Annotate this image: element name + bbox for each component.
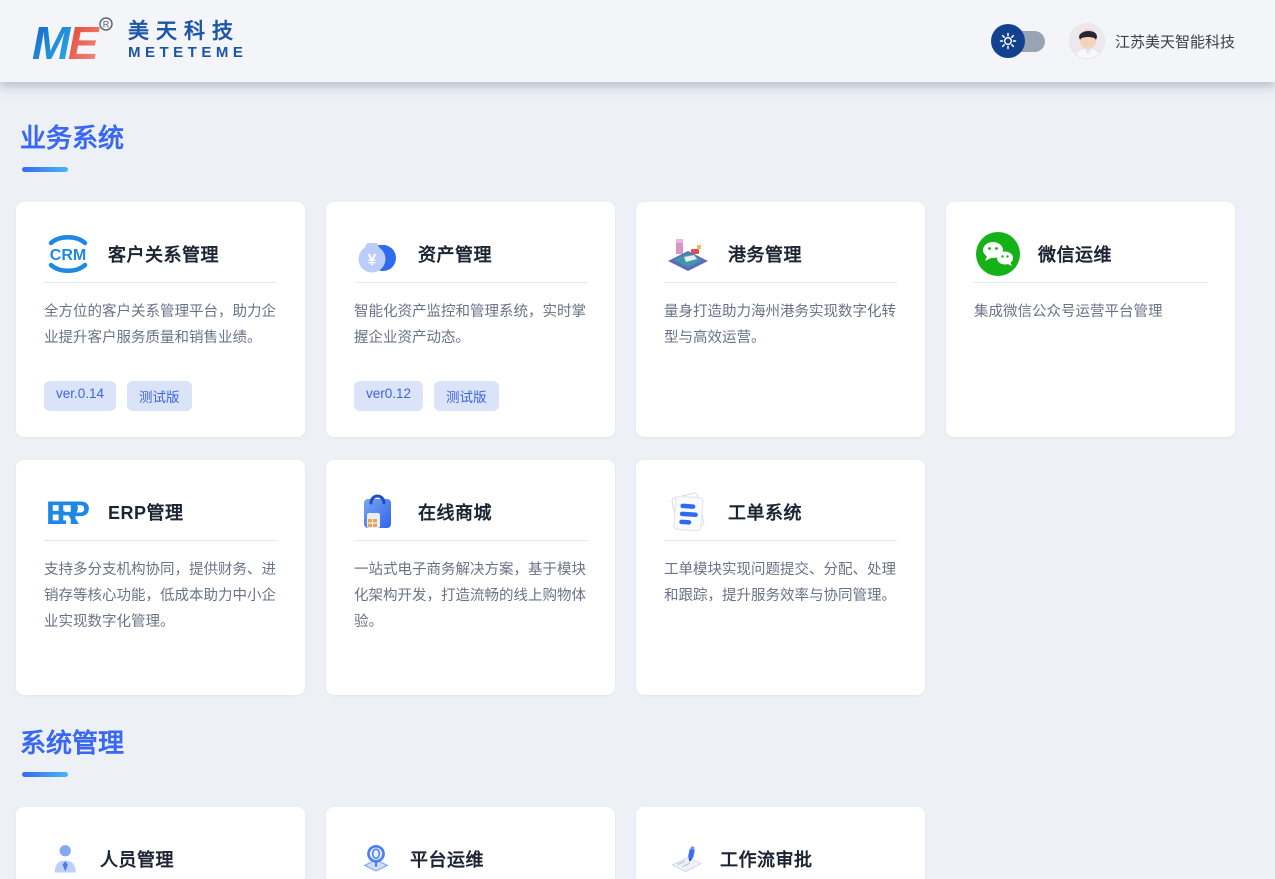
card-head: ERP管理 (44, 488, 277, 536)
sun-icon (998, 31, 1018, 51)
app-card[interactable]: 工作流审批 (636, 807, 925, 879)
card-description: 全方位的客户关系管理平台，助力企业提升客户服务质量和销售业绩。 (44, 300, 277, 352)
app-card[interactable]: 微信运维 集成微信公众号运营平台管理 (946, 202, 1235, 437)
card-head: 在线商城 (354, 488, 587, 536)
card-divider (354, 282, 587, 283)
card-head: 微信运维 (974, 230, 1207, 278)
title-underline (22, 772, 68, 777)
card-description: 智能化资产监控和管理系统，实时掌握企业资产动态。 (354, 300, 587, 352)
user-name: 江苏美天智能科技 (1115, 31, 1235, 52)
app-card[interactable]: ERP管理 支持多分支机构协同，提供财务、进销存等核心功能，低成本助力中小企业实… (16, 460, 305, 695)
avatar[interactable] (1069, 23, 1105, 59)
workorder-icon (664, 488, 712, 536)
toggle-knob[interactable] (991, 24, 1025, 58)
mall-icon (354, 488, 402, 536)
card-title: 平台运维 (410, 846, 484, 872)
user-menu[interactable]: 江苏美天智能科技 (1069, 23, 1235, 59)
wechat-icon (974, 230, 1022, 278)
card-title: 微信运维 (1038, 241, 1112, 267)
card-badges: ver.0.14 测试版 (44, 381, 192, 411)
personnel-icon (48, 841, 84, 877)
card-title: ERP管理 (108, 499, 184, 525)
card-divider (664, 540, 897, 541)
card-description: 支持多分支机构协同，提供财务、进销存等核心功能，低成本助力中小企业实现数字化管理… (44, 558, 277, 635)
logo-name-en: METETEME (128, 44, 247, 61)
version-badge: ver0.12 (354, 381, 423, 411)
card-head: 工作流审批 (664, 835, 897, 879)
card-head: 平台运维 (354, 835, 587, 879)
app-card[interactable]: 工单系统 工单模块实现问题提交、分配、处理和跟踪，提升服务效率与协同管理。 (636, 460, 925, 695)
card-grid: 人员管理 平台运维 工作流审批 (16, 807, 1235, 879)
app-card[interactable]: 客户关系管理 全方位的客户关系管理平台，助力企业提升客户服务质量和销售业绩。 v… (16, 202, 305, 437)
section-title: 系统管理 (16, 723, 1235, 760)
top-header: M E R 美天科技 METETEME 江苏美天智能科技 (0, 0, 1275, 82)
svg-text:R: R (103, 20, 110, 30)
logo-me-mark: M E R (32, 15, 116, 67)
svg-text:E: E (68, 17, 100, 67)
card-head: 人员管理 (44, 835, 277, 879)
app-card[interactable]: 在线商城 一站式电子商务解决方案，基于模块化架构开发，打造流畅的线上购物体验。 (326, 460, 615, 695)
platform-icon (358, 841, 394, 877)
card-head: 客户关系管理 (44, 230, 277, 278)
app-card[interactable]: 港务管理 量身打造助力海州港务实现数字化转型与高效运营。 (636, 202, 925, 437)
card-head: 资产管理 (354, 230, 587, 278)
company-logo: M E R 美天科技 METETEME (32, 15, 247, 67)
app-card[interactable]: 平台运维 (326, 807, 615, 879)
section: 系统管理 人员管理 平台运维 工作流审批 (16, 723, 1235, 879)
card-divider (664, 282, 897, 283)
card-title: 工单系统 (728, 499, 802, 525)
card-title: 在线商城 (418, 499, 492, 525)
card-description: 集成微信公众号运营平台管理 (974, 300, 1207, 326)
card-description: 量身打造助力海州港务实现数字化转型与高效运营。 (664, 300, 897, 352)
card-description: 一站式电子商务解决方案，基于模块化架构开发，打造流畅的线上购物体验。 (354, 558, 587, 635)
main-content: 业务系统 客户关系管理 全方位的客户关系管理平台，助力企业提升客户服务质量和销售… (0, 82, 1275, 879)
logo-name-cn: 美天科技 (128, 20, 247, 44)
card-badges: ver0.12 测试版 (354, 381, 499, 411)
version-badge: 测试版 (434, 381, 499, 411)
app-card[interactable]: 人员管理 (16, 807, 305, 879)
section: 业务系统 客户关系管理 全方位的客户关系管理平台，助力企业提升客户服务质量和销售… (16, 118, 1235, 695)
app-card[interactable]: 资产管理 智能化资产监控和管理系统，实时掌握企业资产动态。 ver0.12 测试版 (326, 202, 615, 437)
card-title: 客户关系管理 (108, 241, 219, 267)
card-head: 港务管理 (664, 230, 897, 278)
version-badge: 测试版 (127, 381, 192, 411)
card-divider (354, 540, 587, 541)
asset-icon (354, 230, 402, 278)
section-title: 业务系统 (16, 118, 1235, 155)
port-icon (664, 230, 712, 278)
svg-text:M: M (32, 17, 72, 67)
theme-toggle[interactable] (991, 23, 1047, 59)
workflow-icon (668, 841, 704, 877)
avatar-image (1070, 24, 1105, 59)
card-title: 人员管理 (100, 846, 174, 872)
card-title: 资产管理 (418, 241, 492, 267)
title-underline (22, 167, 68, 172)
card-divider (44, 540, 277, 541)
crm-icon (44, 230, 92, 278)
card-head: 工单系统 (664, 488, 897, 536)
card-grid: 客户关系管理 全方位的客户关系管理平台，助力企业提升客户服务质量和销售业绩。 v… (16, 202, 1235, 695)
card-title: 港务管理 (728, 241, 802, 267)
card-divider (974, 282, 1207, 283)
version-badge: ver.0.14 (44, 381, 116, 411)
erp-icon (44, 488, 92, 536)
card-description: 工单模块实现问题提交、分配、处理和跟踪，提升服务效率与协同管理。 (664, 558, 897, 610)
card-divider (44, 282, 277, 283)
card-title: 工作流审批 (720, 846, 813, 872)
